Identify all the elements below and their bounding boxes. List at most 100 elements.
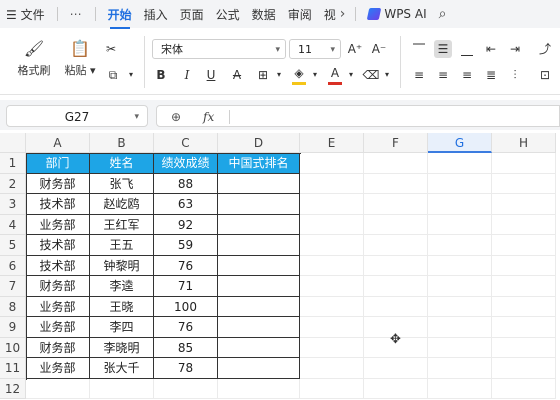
column-header-h[interactable]: H bbox=[492, 133, 556, 153]
name-box[interactable]: G27 ▾ bbox=[6, 105, 148, 127]
column-header-d[interactable]: D bbox=[218, 133, 300, 153]
table-cell[interactable] bbox=[218, 317, 300, 338]
increase-font-icon[interactable]: A⁺ bbox=[346, 40, 364, 58]
empty-cell[interactable] bbox=[492, 235, 556, 256]
chevron-right-icon[interactable]: › bbox=[336, 6, 350, 22]
empty-cell[interactable] bbox=[300, 173, 364, 194]
row-header-3[interactable]: 3 bbox=[0, 194, 26, 215]
font-size-select[interactable]: 11 ▾ bbox=[289, 39, 341, 59]
empty-cell[interactable] bbox=[428, 214, 492, 235]
table-cell[interactable]: 业务部 bbox=[26, 296, 90, 317]
column-header-f[interactable]: F bbox=[364, 133, 428, 153]
table-cell[interactable]: 李四 bbox=[90, 317, 154, 338]
table-cell[interactable]: 92 bbox=[154, 214, 218, 235]
table-header-cell[interactable]: 绩效成绩 bbox=[154, 153, 218, 174]
table-cell[interactable] bbox=[218, 276, 300, 297]
empty-cell[interactable] bbox=[364, 235, 428, 256]
strikethrough-icon[interactable]: A bbox=[228, 66, 246, 84]
empty-cell[interactable] bbox=[90, 378, 154, 399]
row-header-8[interactable]: 8 bbox=[0, 296, 26, 317]
table-cell[interactable]: 钟黎明 bbox=[90, 255, 154, 276]
table-cell[interactable]: 78 bbox=[154, 358, 218, 379]
table-cell[interactable]: 85 bbox=[154, 337, 218, 358]
empty-cell[interactable] bbox=[300, 378, 364, 399]
empty-cell[interactable] bbox=[492, 358, 556, 379]
underline-icon[interactable]: U bbox=[202, 66, 220, 84]
table-cell[interactable] bbox=[218, 296, 300, 317]
table-cell[interactable]: 张飞 bbox=[90, 173, 154, 194]
empty-cell[interactable] bbox=[364, 153, 428, 174]
empty-cell[interactable] bbox=[492, 214, 556, 235]
table-cell[interactable]: 财务部 bbox=[26, 173, 90, 194]
empty-cell[interactable] bbox=[492, 255, 556, 276]
formula-input[interactable]: ⊕ fx bbox=[156, 105, 560, 127]
table-cell[interactable] bbox=[218, 173, 300, 194]
fill-dropdown-icon[interactable]: ▾ bbox=[306, 66, 324, 84]
justify-icon[interactable]: ≣ bbox=[482, 66, 500, 84]
align-center-icon[interactable]: ≡ bbox=[434, 66, 452, 84]
table-cell[interactable]: 赵屹鸥 bbox=[90, 194, 154, 215]
empty-cell[interactable] bbox=[492, 337, 556, 358]
distributed-icon[interactable]: ⫶ bbox=[506, 66, 524, 84]
table-cell[interactable]: 技术部 bbox=[26, 235, 90, 256]
empty-cell[interactable] bbox=[300, 214, 364, 235]
empty-cell[interactable] bbox=[364, 276, 428, 297]
empty-cell[interactable] bbox=[492, 317, 556, 338]
empty-cell[interactable] bbox=[428, 296, 492, 317]
row-header-2[interactable]: 2 bbox=[0, 173, 26, 194]
format-painter-button[interactable]: 🖌 格式刷 bbox=[14, 38, 54, 78]
wrap-text-icon[interactable]: ⤴ bbox=[536, 40, 554, 58]
cut-icon[interactable]: ✂ bbox=[102, 40, 120, 58]
table-cell[interactable]: 张大千 bbox=[90, 358, 154, 379]
table-cell[interactable]: 76 bbox=[154, 255, 218, 276]
empty-cell[interactable] bbox=[428, 194, 492, 215]
empty-cell[interactable] bbox=[300, 153, 364, 174]
table-cell[interactable]: 59 bbox=[154, 235, 218, 256]
search-icon[interactable]: ⌕ bbox=[433, 6, 453, 22]
wps-ai-button[interactable]: WPS AI bbox=[362, 7, 432, 21]
table-header-cell[interactable]: 中国式排名 bbox=[218, 153, 300, 174]
table-cell[interactable]: 88 bbox=[154, 173, 218, 194]
row-header-6[interactable]: 6 bbox=[0, 255, 26, 276]
column-header-g[interactable]: G bbox=[428, 133, 492, 153]
empty-cell[interactable] bbox=[492, 173, 556, 194]
tab-formula[interactable]: 公式 bbox=[210, 6, 246, 23]
empty-cell[interactable] bbox=[218, 378, 300, 399]
empty-cell[interactable] bbox=[492, 276, 556, 297]
border-dropdown-icon[interactable]: ▾ bbox=[270, 66, 288, 84]
tab-review[interactable]: 审阅 bbox=[282, 6, 318, 23]
empty-cell[interactable] bbox=[428, 378, 492, 399]
table-cell[interactable]: 财务部 bbox=[26, 337, 90, 358]
empty-cell[interactable] bbox=[492, 153, 556, 174]
empty-cell[interactable] bbox=[428, 255, 492, 276]
select-all-corner[interactable] bbox=[0, 133, 26, 153]
table-cell[interactable] bbox=[218, 337, 300, 358]
table-header-cell[interactable]: 姓名 bbox=[90, 153, 154, 174]
empty-cell[interactable] bbox=[492, 194, 556, 215]
row-header-4[interactable]: 4 bbox=[0, 214, 26, 235]
empty-cell[interactable] bbox=[300, 194, 364, 215]
clear-dropdown-icon[interactable]: ▾ bbox=[378, 66, 396, 84]
column-header-b[interactable]: B bbox=[90, 133, 154, 153]
decrease-indent-icon[interactable]: ⇤ bbox=[482, 40, 500, 58]
empty-cell[interactable] bbox=[300, 235, 364, 256]
tab-home[interactable]: 开始 bbox=[102, 6, 138, 29]
empty-cell[interactable] bbox=[364, 214, 428, 235]
empty-cell[interactable] bbox=[300, 255, 364, 276]
row-header-5[interactable]: 5 bbox=[0, 235, 26, 256]
empty-cell[interactable] bbox=[492, 378, 556, 399]
table-cell[interactable]: 业务部 bbox=[26, 214, 90, 235]
empty-cell[interactable] bbox=[428, 235, 492, 256]
italic-icon[interactable]: I bbox=[178, 66, 196, 84]
table-cell[interactable]: 100 bbox=[154, 296, 218, 317]
tab-data[interactable]: 数据 bbox=[246, 6, 282, 23]
tab-view[interactable]: 视 bbox=[318, 6, 336, 23]
more-icon[interactable]: ⋯ bbox=[64, 7, 89, 21]
tab-insert[interactable]: 插入 bbox=[138, 6, 174, 23]
table-cell[interactable]: 63 bbox=[154, 194, 218, 215]
align-top-icon[interactable]: ⎺ bbox=[410, 40, 428, 58]
empty-cell[interactable] bbox=[26, 378, 90, 399]
empty-cell[interactable] bbox=[300, 296, 364, 317]
paste-button[interactable]: 📋 粘贴 ▾ bbox=[60, 38, 100, 78]
empty-cell[interactable] bbox=[428, 276, 492, 297]
